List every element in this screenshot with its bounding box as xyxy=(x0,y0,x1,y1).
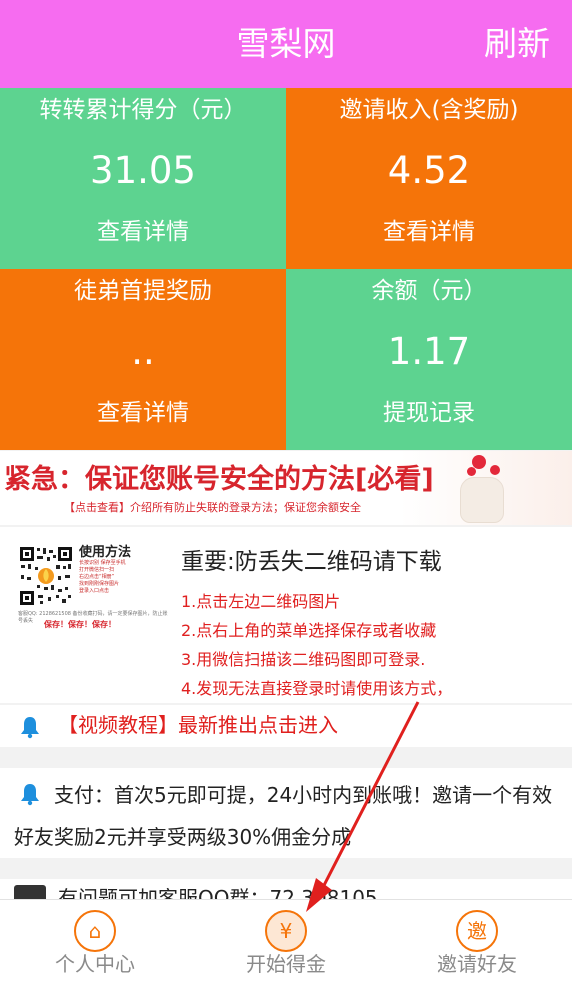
tab-label: 开始得金 xyxy=(246,952,326,976)
stat-label: 邀请收入(含奖励) xyxy=(339,97,519,123)
flower-illustration xyxy=(490,465,500,475)
stat-total-score: 转转累计得分（元） 31.05 查看详情 xyxy=(0,88,286,269)
stat-value: .. xyxy=(131,330,155,373)
stat-value: 4.52 xyxy=(387,149,471,192)
qr-section-title: 重要:防丢失二维码请下载 xyxy=(181,549,442,575)
qr-usage-line: 长按识别 保存至手机 xyxy=(79,560,126,566)
invite-icon: 邀 xyxy=(456,910,498,952)
refresh-button[interactable]: 刷新 xyxy=(484,22,550,66)
stats-grid: 转转累计得分（元） 31.05 查看详情 邀请收入(含奖励) 4.52 查看详情… xyxy=(0,88,572,451)
payment-notice-text: 支付：首次5元即可提，24小时内到账哦！邀请一个有效好友奖励2元并享受两级30%… xyxy=(14,783,553,849)
qr-download-section: 使用方法 长按识别 保存至手机 打开微信扫一扫 右边点击“相册” 找到刚刚保存图… xyxy=(0,527,572,703)
qr-step: 1.点击左边二维码图片 xyxy=(181,592,341,611)
video-tutorial-notice[interactable]: 【视频教程】最新推出点击进入 xyxy=(0,705,572,747)
stat-label: 余额（元） xyxy=(371,278,487,304)
bottom-tab-bar: ⌂ 个人中心 ¥ 开始得金 邀 邀请好友 xyxy=(0,899,572,988)
tab-label: 个人中心 xyxy=(55,952,135,976)
qq-thumbnail xyxy=(14,885,46,899)
stat-apprentice-bonus: 徒弟首提奖励 .. 查看详情 xyxy=(0,269,286,450)
banner-headline: 紧急：保证您账号安全的方法[必看] xyxy=(4,464,434,495)
payment-notice: 支付：首次5元即可提，24小时内到账哦！邀请一个有效好友奖励2元并享受两级30%… xyxy=(0,768,572,858)
tab-invite-friends[interactable]: 邀 邀请好友 xyxy=(382,900,572,988)
withdraw-history-link[interactable]: 提现记录 xyxy=(286,397,572,429)
qq-group-notice[interactable]: 有问题可加客服QQ群：72 308105 xyxy=(0,879,572,899)
qr-step: 4.发现无法直接登录时请使用该方式， xyxy=(181,679,453,698)
stat-invite-income: 邀请收入(含奖励) 4.52 查看详情 xyxy=(286,88,572,269)
vase-illustration xyxy=(460,477,504,523)
stat-balance: 余额（元） 1.17 提现记录 xyxy=(286,269,572,450)
yen-icon: ¥ xyxy=(265,910,307,952)
home-icon: ⌂ xyxy=(74,910,116,952)
banner-subtitle: 【点击查看】介绍所有防止失联的登录方法；保证您余额安全 xyxy=(64,501,361,514)
qr-usage-note: 使用方法 长按识别 保存至手机 打开微信扫一扫 右边点击“相册” 找到刚刚保存图… xyxy=(79,545,167,595)
stat-value: 31.05 xyxy=(90,149,196,192)
qq-group-text: 有问题可加客服QQ群：72 308105 xyxy=(58,886,378,899)
view-details-link[interactable]: 查看详情 xyxy=(286,216,572,248)
qr-step: 2.点右上角的菜单选择保存或者收藏 xyxy=(181,621,437,640)
security-banner[interactable]: 紧急：保证您账号安全的方法[必看] 【点击查看】介绍所有防止失联的登录方法；保证… xyxy=(0,451,572,525)
tab-personal-center[interactable]: ⌂ 个人中心 xyxy=(0,900,190,988)
qr-usage-title: 使用方法 xyxy=(79,545,132,560)
qr-save-hint: 保存！保存！保存！ xyxy=(44,620,116,629)
tab-start-earning[interactable]: ¥ 开始得金 xyxy=(191,900,381,988)
view-details-link[interactable]: 查看详情 xyxy=(0,216,286,248)
qr-usage-line: 打开微信扫一扫 xyxy=(79,567,115,573)
stat-label: 转转累计得分（元） xyxy=(39,97,247,123)
stat-value: 1.17 xyxy=(387,330,471,373)
video-tutorial-text: 【视频教程】最新推出点击进入 xyxy=(58,713,338,737)
qr-usage-line: 右边点击“相册” xyxy=(79,574,115,580)
stat-label: 徒弟首提奖励 xyxy=(74,278,212,304)
view-details-link[interactable]: 查看详情 xyxy=(0,397,286,429)
qr-usage-line: 找到刚刚保存图片 xyxy=(79,581,120,587)
flower-illustration xyxy=(467,467,476,476)
tab-label: 邀请好友 xyxy=(437,952,517,976)
app-header: 雪梨网 刷新 xyxy=(0,0,572,88)
bell-icon xyxy=(21,717,39,739)
qr-step: 3.用微信扫描该二维码图即可登录. xyxy=(181,650,426,669)
qr-usage-line: 登录入口点击 xyxy=(79,588,110,594)
qr-code-image[interactable] xyxy=(18,545,74,607)
